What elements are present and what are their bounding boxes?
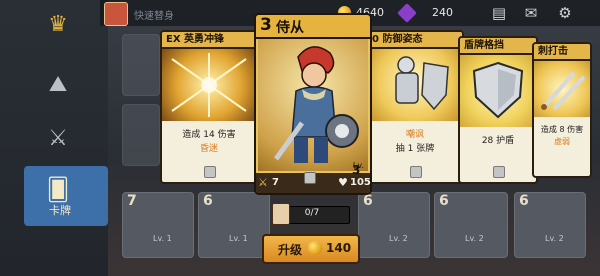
- collection-card[interactable]: 6 Lv. 2: [434, 192, 508, 258]
- mail-icon[interactable]: ✉: [522, 4, 540, 22]
- card-title: 侍从: [276, 20, 304, 36]
- card-desc-line: 造成 8 伤害: [540, 125, 584, 134]
- collection-card[interactable]: 6 Lv. 2: [514, 192, 586, 258]
- left-sidebar: ♛ ⛰ ⚔ 🂠 卡牌: [0, 0, 108, 276]
- card-title: 刺打击: [534, 44, 590, 61]
- card-health: 105: [350, 177, 371, 188]
- fan-card-defensive-stance[interactable]: 0 防御姿态 嘲讽 抽 1 张牌: [366, 30, 464, 184]
- card-title: EX 英勇冲锋: [162, 32, 256, 49]
- daggers-icon: [540, 71, 586, 111]
- card-art: [162, 49, 256, 121]
- upgrade-cost: 140: [326, 241, 352, 255]
- card-art: [460, 55, 536, 127]
- map-icon[interactable]: ⛰: [40, 66, 76, 102]
- rarity-gem-icon: [304, 172, 316, 184]
- card-cost: 6: [363, 193, 373, 209]
- rarity-gem-icon: [410, 166, 422, 178]
- card-description: 造成 8 伤害 虚弱: [534, 124, 590, 148]
- card-title: 0 防御姿态: [368, 32, 462, 49]
- collection-card[interactable]: [122, 34, 160, 96]
- card-cost: 6: [203, 193, 213, 209]
- card-cost: 3: [260, 15, 272, 35]
- card-description: 嘲讽 抽 1 张牌: [368, 128, 462, 156]
- card-desc-line: 抽 1 张牌: [395, 144, 435, 154]
- fan-card-heroic-charge[interactable]: EX 英勇冲锋 造成 14 伤害 昏迷: [160, 30, 258, 184]
- sidebar-item-label: 卡牌: [49, 204, 71, 217]
- squire-portrait-icon: [273, 46, 359, 163]
- collection-card[interactable]: [122, 104, 160, 166]
- fan-card-shield-block[interactable]: 盾牌格挡 28 护盾: [458, 36, 538, 184]
- heart-icon: ♥: [338, 176, 348, 189]
- card-header: 3 侍从: [256, 15, 370, 39]
- rarity-gem-icon: [204, 166, 216, 178]
- card-keyword: 嘲讽: [405, 130, 424, 140]
- card-keyword: 昏迷: [199, 144, 218, 154]
- collection-card[interactable]: 7 Lv. 1: [122, 192, 194, 258]
- collection-card[interactable]: 6 Lv. 2: [358, 192, 430, 258]
- card-description: 造成 14 伤害 昏迷: [162, 128, 256, 156]
- card-level: 3: [352, 163, 361, 177]
- avatar[interactable]: [104, 2, 128, 26]
- player-name: 快速替身: [134, 11, 174, 22]
- card-desc-line: 28 护盾: [481, 136, 515, 146]
- card-shard-icon: [272, 203, 290, 225]
- card-keyword: 虚弱: [554, 137, 570, 146]
- rarity-gem-icon: [493, 166, 505, 178]
- card-level: Lv. 2: [389, 234, 408, 243]
- coin-icon: [308, 241, 322, 255]
- armored-knight-icon: [395, 56, 449, 111]
- card-art: [534, 61, 590, 117]
- card-art: [258, 39, 368, 171]
- card-description: 28 护盾: [460, 134, 536, 148]
- card-level: Lv. 1: [153, 234, 172, 243]
- crown-icon[interactable]: ♛: [40, 6, 76, 42]
- card-title: 盾牌格挡: [460, 38, 536, 55]
- card-cost: 6: [519, 193, 529, 209]
- gem-count: 240: [432, 6, 453, 19]
- book-icon[interactable]: ▤: [490, 4, 508, 22]
- card-cost: 6: [439, 193, 449, 209]
- sword-strike-icon: [171, 53, 247, 117]
- card-level: Lv. 2: [465, 234, 484, 243]
- card-art: [368, 49, 462, 121]
- upgrade-button[interactable]: 升级 140: [262, 234, 360, 264]
- attack-icon: ⚔: [258, 176, 268, 189]
- shield-icon: [472, 61, 524, 119]
- fan-card-stab-strike[interactable]: 刺打击 造成 8 伤害 虚弱: [532, 42, 592, 178]
- upgrade-label: 升级: [278, 243, 303, 257]
- card-cost: 7: [127, 193, 137, 209]
- card-desc-line: 造成 14 伤害: [182, 130, 236, 140]
- gear-icon[interactable]: ⚙: [556, 4, 574, 22]
- card-attack: 7: [272, 177, 279, 188]
- card-level: Lv. 1: [229, 234, 248, 243]
- collection-card[interactable]: 6 Lv. 1: [198, 192, 270, 258]
- card-level: Lv. 2: [545, 234, 564, 243]
- crossed-swords-icon[interactable]: ⚔: [40, 120, 76, 156]
